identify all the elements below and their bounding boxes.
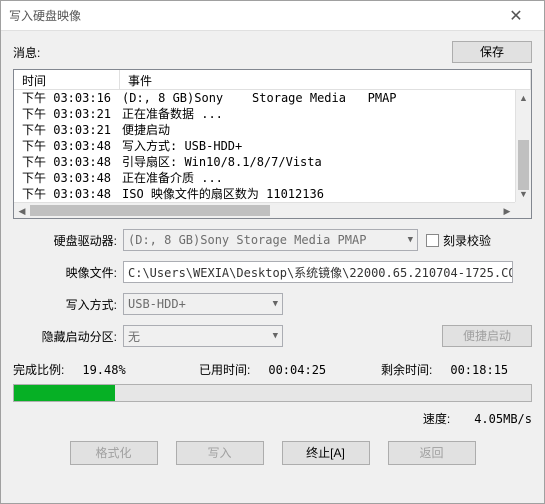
write-mode-combo[interactable]: USB-HDD+ ▼ <box>123 293 283 315</box>
write-mode-label: 写入方式: <box>13 296 123 313</box>
chevron-down-icon: ▼ <box>273 331 278 341</box>
log-row[interactable]: 下午 03:03:48正在准备介质 ... <box>14 170 531 186</box>
progress-bar <box>13 384 532 402</box>
log-row[interactable]: 下午 03:03:21正在准备数据 ... <box>14 106 531 122</box>
chevron-down-icon: ▼ <box>408 235 413 245</box>
log-row[interactable]: 下午 03:03:16(D:, 8 GB)Sony Storage Media … <box>14 90 531 106</box>
hide-partition-combo[interactable]: 无 ▼ <box>123 325 283 347</box>
log-body: 下午 03:03:16(D:, 8 GB)Sony Storage Media … <box>14 90 531 218</box>
log-row[interactable]: 下午 03:03:48写入方式: USB-HDD+ <box>14 138 531 154</box>
speed-label: 速度: <box>423 410 450 427</box>
close-icon[interactable]: ✕ <box>496 2 536 30</box>
message-label: 消息: <box>13 44 40 61</box>
dialog-window: 写入硬盘映像 ✕ 消息: 保存 时间 事件 下午 03:03:16(D:, 8 … <box>0 0 545 504</box>
speed-value: 4.05MB/s <box>474 412 532 426</box>
content-area: 消息: 保存 时间 事件 下午 03:03:16(D:, 8 GB)Sony S… <box>1 31 544 503</box>
pct-value: 19.48% <box>82 363 125 377</box>
back-button: 返回 <box>388 441 476 465</box>
save-button[interactable]: 保存 <box>452 41 532 63</box>
image-path-input[interactable]: C:\Users\WEXIA\Desktop\系统镜像\22000.65.210… <box>123 261 513 283</box>
convenient-boot-button: 便捷启动 <box>442 325 532 347</box>
scroll-left-icon[interactable]: ◀ <box>14 203 30 219</box>
log-listview[interactable]: 时间 事件 下午 03:03:16(D:, 8 GB)Sony Storage … <box>13 69 532 219</box>
hide-partition-label: 隐藏启动分区: <box>13 328 123 345</box>
pct-label: 完成比例: <box>13 361 64 378</box>
abort-button[interactable]: 终止[A] <box>282 441 370 465</box>
scroll-up-icon[interactable]: ▲ <box>516 90 531 106</box>
image-label: 映像文件: <box>13 264 123 281</box>
remain-value: 00:18:15 <box>450 363 508 377</box>
scroll-right-icon[interactable]: ▶ <box>499 203 515 219</box>
scrollbar-vertical[interactable]: ▲ ▼ <box>515 90 531 202</box>
image-path-value: C:\Users\WEXIA\Desktop\系统镜像\22000.65.210… <box>128 264 513 281</box>
drive-value: (D:, 8 GB)Sony Storage Media PMAP <box>128 233 366 247</box>
hide-partition-value: 无 <box>128 328 140 345</box>
format-button: 格式化 <box>70 441 158 465</box>
log-row[interactable]: 下午 03:03:21便捷启动 <box>14 122 531 138</box>
column-time[interactable]: 时间 <box>14 70 120 89</box>
scrollbar-horizontal[interactable]: ◀ ▶ <box>14 202 515 218</box>
verify-label: 刻录校验 <box>443 232 491 249</box>
elapsed-value: 00:04:25 <box>268 363 326 377</box>
log-row[interactable]: 下午 03:03:48ISO 映像文件的扇区数为 11012136 <box>14 186 531 202</box>
window-title: 写入硬盘映像 <box>9 7 81 24</box>
write-button: 写入 <box>176 441 264 465</box>
drive-combo[interactable]: (D:, 8 GB)Sony Storage Media PMAP ▼ <box>123 229 418 251</box>
titlebar: 写入硬盘映像 ✕ <box>1 1 544 31</box>
chevron-down-icon: ▼ <box>273 299 278 309</box>
scroll-down-icon[interactable]: ▼ <box>516 186 531 202</box>
log-row[interactable]: 下午 03:03:48引导扇区: Win10/8.1/8/7/Vista <box>14 154 531 170</box>
scroll-corner <box>515 202 531 218</box>
log-header: 时间 事件 <box>14 70 531 90</box>
remain-label: 剩余时间: <box>381 361 432 378</box>
write-mode-value: USB-HDD+ <box>128 297 186 311</box>
scroll-thumb-horizontal[interactable] <box>30 205 270 216</box>
scroll-thumb-vertical[interactable] <box>518 140 529 190</box>
progress-fill <box>14 385 115 401</box>
elapsed-label: 已用时间: <box>199 361 250 378</box>
checkbox-icon <box>426 234 439 247</box>
drive-label: 硬盘驱动器: <box>13 232 123 249</box>
verify-checkbox[interactable]: 刻录校验 <box>426 232 491 249</box>
column-event[interactable]: 事件 <box>120 70 531 89</box>
